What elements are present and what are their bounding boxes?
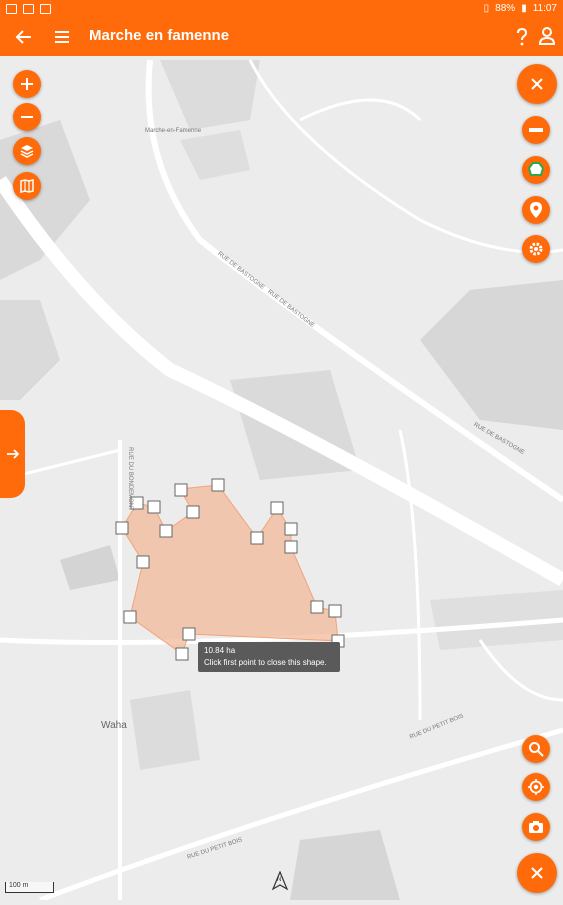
map-view[interactable]: Marche-en-Famenne RUE DE BASTOGNE RUE DE… — [0, 56, 563, 903]
street-label: RUE DU BONDEMONT — [126, 447, 133, 511]
polygon-icon — [527, 162, 545, 176]
notification-icon — [40, 4, 51, 14]
polygon-vertex[interactable] — [147, 500, 161, 514]
account-button[interactable] — [537, 26, 557, 46]
hamburger-icon — [55, 31, 69, 43]
polygon-vertex[interactable] — [211, 478, 225, 492]
menu-button[interactable] — [50, 25, 74, 49]
close-tools-button[interactable] — [517, 64, 557, 104]
polygon-vertex[interactable] — [310, 600, 324, 614]
polygon-vertex[interactable] — [115, 521, 129, 535]
help-button[interactable] — [512, 25, 532, 49]
notification-icons — [6, 4, 51, 14]
zoom-out-icon — [21, 116, 33, 118]
close-icon — [531, 867, 543, 879]
map-icon — [20, 179, 34, 193]
locate-button[interactable] — [522, 773, 550, 801]
map-canvas[interactable] — [0, 56, 563, 903]
battery-icon: ▮ — [521, 3, 527, 14]
polygon-vertex[interactable] — [123, 610, 137, 624]
vibrate-icon: ▯ — [483, 3, 490, 14]
polygon-vertex[interactable] — [159, 524, 173, 538]
status-bar: ▯ 88% ▮ 11:07 — [0, 0, 563, 18]
measure-tooltip: 10.84 ha Click first point to close this… — [198, 642, 340, 672]
zoom-in-icon — [21, 78, 33, 90]
village-label: Waha — [101, 720, 127, 731]
search-icon — [529, 742, 544, 757]
zoom-in-button[interactable] — [13, 70, 41, 98]
polygon-vertex[interactable] — [284, 522, 298, 536]
compass[interactable]: N — [270, 870, 290, 893]
settings-button[interactable] — [522, 235, 550, 263]
add-marker-button[interactable] — [522, 196, 550, 224]
close-shape-hint: Click first point to close this shape. — [204, 658, 327, 667]
app-bar: Marche en famenne — [0, 18, 563, 56]
polygon-vertex[interactable] — [328, 604, 342, 618]
arrow-right-icon — [6, 449, 19, 459]
draw-polygon-button[interactable] — [522, 156, 550, 184]
polygon-vertex[interactable] — [270, 501, 284, 515]
clock: 11:07 — [532, 3, 557, 14]
locate-icon — [528, 779, 544, 795]
notification-icon — [6, 4, 17, 14]
question-icon — [517, 27, 528, 46]
area-value: 10.84 ha — [204, 646, 236, 655]
polygon-vertex[interactable] — [174, 483, 188, 497]
back-button[interactable] — [12, 25, 36, 49]
polygon-vertex[interactable] — [186, 505, 200, 519]
camera-icon — [529, 821, 543, 833]
polygon-vertex[interactable] — [175, 647, 189, 661]
page-title: Marche en famenne — [89, 27, 230, 44]
scale-bar: 100 m — [5, 882, 54, 893]
layers-icon — [20, 145, 34, 158]
polygon-vertex[interactable] — [250, 531, 264, 545]
town-label: Marche-en-Famenne — [145, 128, 202, 134]
notification-icon — [23, 4, 34, 14]
zoom-out-button[interactable] — [13, 103, 41, 131]
basemap-button[interactable] — [13, 172, 41, 200]
search-button[interactable] — [522, 735, 550, 763]
side-panel-toggle[interactable] — [0, 410, 25, 498]
layers-button[interactable] — [13, 137, 41, 165]
polygon-vertex[interactable] — [284, 540, 298, 554]
polygon-vertex[interactable] — [182, 627, 196, 641]
user-icon — [538, 27, 556, 45]
polygon-vertex[interactable] — [136, 555, 150, 569]
marker-icon — [530, 202, 542, 218]
settings-icon — [529, 242, 543, 256]
cancel-drawing-button[interactable] — [517, 853, 557, 893]
camera-button[interactable] — [522, 813, 550, 841]
arrow-left-icon — [15, 30, 31, 44]
remove-icon — [529, 128, 543, 132]
close-icon — [531, 78, 543, 90]
remove-button[interactable] — [522, 116, 550, 144]
battery-text: 88% — [495, 3, 516, 14]
compass-letter: N — [277, 877, 282, 883]
